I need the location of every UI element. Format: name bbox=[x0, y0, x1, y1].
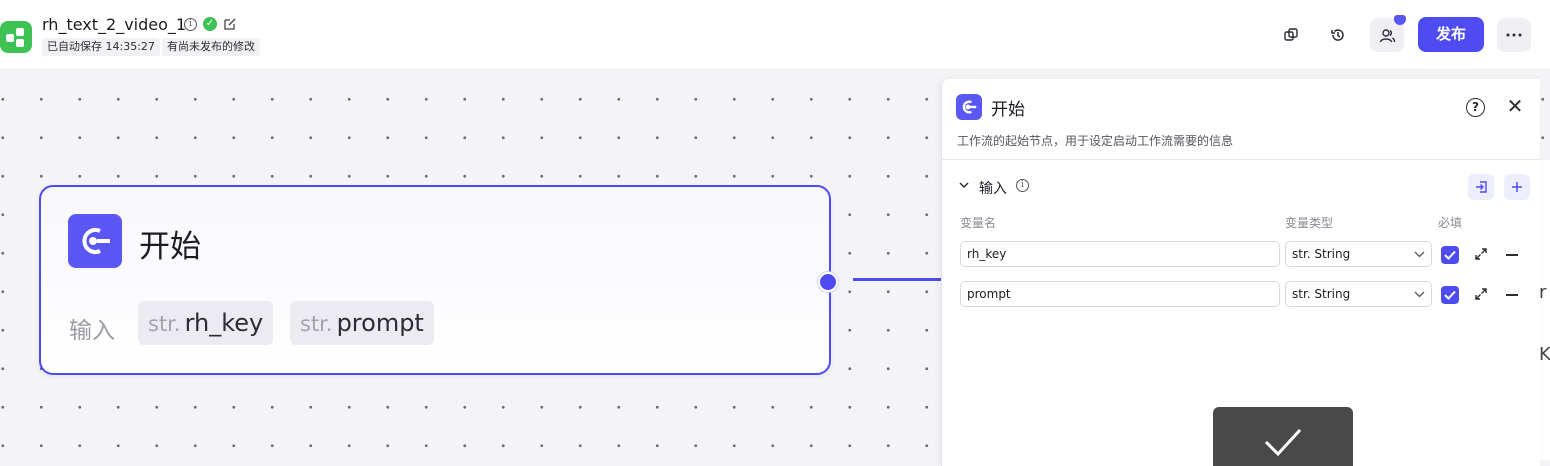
input-type: str. bbox=[148, 312, 181, 336]
variable-name-input[interactable]: rh_key bbox=[960, 241, 1280, 267]
expand-icon[interactable] bbox=[1474, 287, 1488, 301]
edit-icon[interactable] bbox=[223, 17, 237, 31]
column-header-name: 变量名 bbox=[960, 216, 997, 230]
adjacent-node-glyph: K bbox=[1539, 344, 1550, 365]
node-input-chip: str. prompt bbox=[290, 301, 434, 345]
section-title[interactable]: 输入 bbox=[979, 178, 1007, 198]
remove-icon[interactable] bbox=[1506, 294, 1518, 296]
more-horizontal-icon bbox=[1506, 33, 1522, 37]
users-icon bbox=[1379, 28, 1395, 42]
input-name: prompt bbox=[336, 309, 424, 337]
autosave-status: 已自动保存 14:35:27 bbox=[42, 38, 160, 56]
node-input-label: 输入 bbox=[69, 318, 115, 344]
node-input-chip: str. rh_key bbox=[138, 301, 274, 345]
output-port[interactable] bbox=[818, 272, 838, 292]
variable-type-select[interactable]: str. String bbox=[1285, 241, 1432, 267]
variable-name-input[interactable]: prompt bbox=[960, 281, 1280, 307]
history-button[interactable] bbox=[1321, 18, 1355, 52]
check-icon bbox=[1444, 290, 1456, 300]
input-type: str. bbox=[300, 312, 333, 336]
column-header-required: 必填 bbox=[1438, 216, 1463, 230]
info-icon[interactable]: i bbox=[1016, 179, 1029, 192]
variable-type-select[interactable]: str. String bbox=[1285, 281, 1432, 307]
node-title: 开始 bbox=[139, 229, 201, 265]
type-value: str. String bbox=[1292, 247, 1351, 261]
input-name: rh_key bbox=[184, 309, 264, 337]
chevron-down-icon bbox=[1414, 291, 1425, 298]
info-icon[interactable]: i bbox=[184, 17, 197, 31]
add-variable-button[interactable] bbox=[1504, 174, 1530, 200]
import-button[interactable] bbox=[1468, 174, 1494, 200]
import-icon bbox=[1476, 181, 1487, 193]
required-checkbox[interactable] bbox=[1441, 246, 1459, 264]
start-node[interactable]: 开始 输入 str. rh_key str. prompt bbox=[39, 185, 831, 375]
copy-button[interactable] bbox=[1274, 18, 1308, 52]
app-title: rh_text_2_video_1 bbox=[42, 15, 187, 34]
expand-icon[interactable] bbox=[1474, 247, 1488, 261]
copy-icon bbox=[1284, 28, 1298, 41]
close-icon[interactable]: ✕ bbox=[1504, 96, 1526, 118]
panel-title: 开始 bbox=[991, 100, 1025, 120]
connection-edge[interactable] bbox=[853, 278, 943, 281]
remove-icon[interactable] bbox=[1506, 254, 1518, 256]
check-icon bbox=[1264, 428, 1302, 457]
panel-description: 工作流的起始节点，用于设定启动工作流需要的信息 bbox=[957, 134, 1234, 148]
more-button[interactable] bbox=[1497, 18, 1531, 52]
check-icon bbox=[1444, 250, 1456, 260]
history-icon bbox=[1331, 29, 1344, 41]
premium-badge bbox=[1394, 15, 1406, 25]
chevron-down-icon bbox=[1414, 251, 1425, 258]
node-config-panel: 开始 ? ✕ 工作流的起始节点，用于设定启动工作流需要的信息 输入 i 变量名 … bbox=[941, 79, 1541, 466]
publish-button[interactable]: 发布 bbox=[1418, 17, 1484, 52]
top-bar: rh_text_2_video_1 i ✓ 已自动保存 14:35:27 有尚未… bbox=[0, 0, 1550, 70]
column-header-type: 变量类型 bbox=[1285, 216, 1334, 230]
plus-icon bbox=[1512, 182, 1522, 192]
check-circle-icon: ✓ bbox=[203, 17, 217, 31]
success-toast bbox=[1213, 407, 1353, 466]
divider bbox=[942, 159, 1541, 160]
chevron-down-icon[interactable] bbox=[958, 179, 970, 191]
collaborators-button[interactable] bbox=[1370, 15, 1406, 52]
workflow-logo-icon bbox=[0, 21, 32, 53]
type-value: str. String bbox=[1292, 287, 1351, 301]
help-icon[interactable]: ? bbox=[1466, 98, 1485, 117]
start-node-icon bbox=[956, 94, 982, 120]
adjacent-node-glyph: r bbox=[1539, 282, 1547, 303]
required-checkbox[interactable] bbox=[1441, 286, 1459, 304]
start-node-icon bbox=[68, 214, 122, 268]
unpublished-status: 有尚未发布的修改 bbox=[162, 38, 260, 56]
